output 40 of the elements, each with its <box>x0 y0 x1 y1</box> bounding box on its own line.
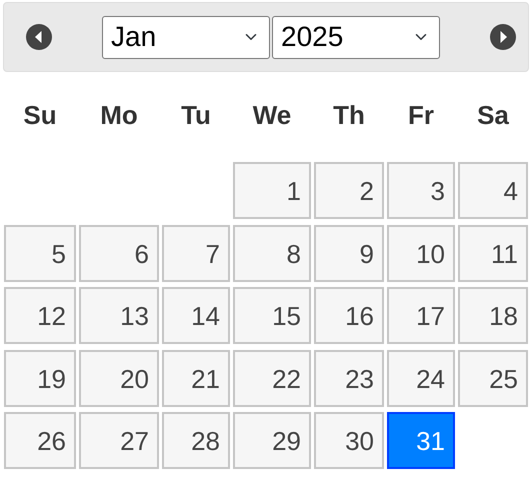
day-cell[interactable]: 24 <box>387 350 455 406</box>
day-cell[interactable]: 25 <box>458 350 528 406</box>
day-cell[interactable]: 20 <box>79 350 159 406</box>
day-cell[interactable]: 4 <box>458 162 528 219</box>
day-cell[interactable]: 19 <box>4 350 76 406</box>
day-cell[interactable]: 30 <box>314 412 384 469</box>
day-cell[interactable]: 29 <box>233 412 311 469</box>
month-select[interactable]: Jan <box>102 16 270 58</box>
weekday-label: We <box>252 99 292 132</box>
day-cell[interactable]: 14 <box>162 287 230 344</box>
weekday-label: Sa <box>476 99 510 132</box>
day-cell[interactable]: 7 <box>162 224 230 282</box>
day-cell[interactable]: 8 <box>233 224 311 282</box>
day-cell[interactable]: 10 <box>387 224 455 282</box>
day-cell[interactable]: 5 <box>4 224 76 282</box>
year-select[interactable]: 2025 <box>272 16 440 58</box>
day-cell[interactable]: 13 <box>79 287 159 344</box>
day-cell[interactable]: 12 <box>4 287 76 344</box>
day-cell[interactable]: 16 <box>314 287 384 344</box>
day-cell[interactable]: 26 <box>4 412 76 469</box>
weekday-label: Fr <box>407 99 435 132</box>
day-cell[interactable]: 23 <box>314 350 384 406</box>
day-cell[interactable]: 22 <box>233 350 311 406</box>
day-cell[interactable]: 1 <box>233 162 311 219</box>
day-cell[interactable]: 28 <box>162 412 230 469</box>
day-cell[interactable]: 18 <box>458 287 528 344</box>
weekday-label: Th <box>332 99 366 132</box>
day-cell[interactable]: 2 <box>314 162 384 219</box>
weekday-label: Tu <box>180 99 212 132</box>
day-cell[interactable]: 3 <box>387 162 455 219</box>
weekday-label: Mo <box>99 99 139 132</box>
weekday-label: Su <box>22 99 58 132</box>
day-cell[interactable]: 21 <box>162 350 230 406</box>
day-cell[interactable]: 17 <box>387 287 455 344</box>
day-cell[interactable]: 6 <box>79 224 159 282</box>
day-cell[interactable]: 27 <box>79 412 159 469</box>
day-cell[interactable]: 9 <box>314 224 384 282</box>
day-cell[interactable]: 15 <box>233 287 311 344</box>
day-cell[interactable]: 11 <box>458 224 528 282</box>
day-cell[interactable]: 31 <box>387 412 455 469</box>
